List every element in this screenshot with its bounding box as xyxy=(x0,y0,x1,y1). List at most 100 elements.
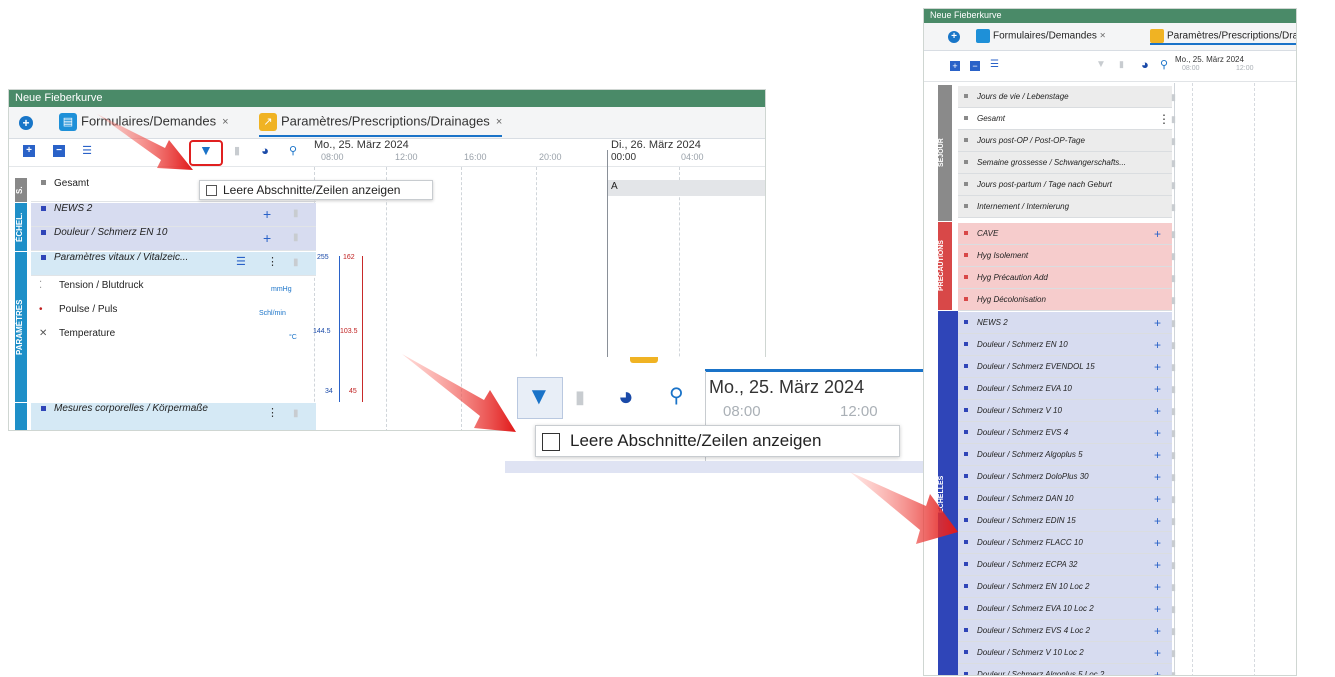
search-icon[interactable]: ⚲ xyxy=(669,383,684,408)
close-icon[interactable]: × xyxy=(496,116,502,128)
add-icon[interactable]: + xyxy=(263,230,271,246)
filter-icon[interactable]: ▼ xyxy=(527,383,551,411)
pin-icon[interactable]: ▮ xyxy=(1171,267,1176,289)
filter-icon[interactable]: ▼ xyxy=(199,143,213,157)
echelle-row[interactable]: Douleur / Schmerz EVA 10 + ▮ xyxy=(958,378,1176,400)
echelle-row[interactable]: Douleur / Schmerz Algoplus 5 + ▮ xyxy=(958,444,1176,466)
pin-icon[interactable]: ▮ xyxy=(1171,598,1176,620)
pin-icon[interactable]: ▮ xyxy=(293,408,299,419)
add-icon[interactable]: + xyxy=(1154,488,1161,510)
collapse-all-icon[interactable]: − xyxy=(53,145,65,157)
add-icon[interactable]: + xyxy=(1154,466,1161,488)
echelle-row[interactable]: Douleur / Schmerz Algoplus 5 Loc 2 + ▮ xyxy=(958,664,1176,675)
pin-icon[interactable]: ▮ xyxy=(1171,422,1176,444)
tab-formulaires[interactable]: Formulaires/Demandes × xyxy=(976,29,1106,43)
add-icon[interactable]: + xyxy=(1154,356,1161,378)
more-icon[interactable]: ⋮ xyxy=(267,255,278,268)
echelle-row[interactable]: NEWS 2 + ▮ xyxy=(958,312,1176,334)
search-icon[interactable]: ⚲ xyxy=(287,145,299,157)
row-puls[interactable]: • Poulse / Puls Schl/min xyxy=(31,304,316,328)
echelle-row[interactable]: Douleur / Schmerz EVA 10 Loc 2 + ▮ xyxy=(958,598,1176,620)
echelle-row[interactable]: Douleur / Schmerz EN 10 Loc 2 + ▮ xyxy=(958,576,1176,598)
add-icon[interactable]: + xyxy=(1154,334,1161,356)
pin-icon[interactable]: ▮ xyxy=(1171,312,1176,334)
pin-icon[interactable]: ▮ xyxy=(575,387,585,408)
pin-icon[interactable]: ▮ xyxy=(1171,130,1176,152)
echelle-row[interactable]: Douleur / Schmerz DoloPlus 30 + ▮ xyxy=(958,466,1176,488)
echelle-row[interactable]: Douleur / Schmerz DAN 10 + ▮ xyxy=(958,488,1176,510)
pin-icon[interactable]: ▮ xyxy=(1171,152,1176,174)
search-icon[interactable]: ⚲ xyxy=(1160,58,1168,71)
pin-icon[interactable]: ▮ xyxy=(1171,642,1176,664)
pin-icon[interactable]: ▮ xyxy=(1171,664,1176,675)
add-icon[interactable]: + xyxy=(263,206,271,222)
pin-icon[interactable]: ▮ xyxy=(1171,378,1176,400)
tab-parametres[interactable]: Paramètres/Prescriptions/Drai xyxy=(1150,29,1296,45)
pie-icon[interactable]: ◕ xyxy=(618,381,634,412)
expand-all-icon[interactable]: + xyxy=(950,61,960,71)
row-douleur-en10[interactable]: Douleur / Schmerz EN 10 + ▮ xyxy=(31,227,316,251)
filter-icon[interactable]: ▼ xyxy=(1096,59,1106,70)
add-icon[interactable]: + xyxy=(1154,642,1161,664)
echelle-row[interactable]: Douleur / Schmerz V 10 Loc 2 + ▮ xyxy=(958,642,1176,664)
add-icon[interactable]: + xyxy=(1154,554,1161,576)
add-tab-icon[interactable]: + xyxy=(19,116,33,130)
pin-icon[interactable]: ▮ xyxy=(1171,196,1176,218)
echelle-row[interactable]: Douleur / Schmerz EVS 4 Loc 2 + ▮ xyxy=(958,620,1176,642)
echelle-row[interactable]: Douleur / Schmerz EVS 4 + ▮ xyxy=(958,422,1176,444)
add-icon[interactable]: + xyxy=(1154,532,1161,554)
sejour-row[interactable]: Jours post-OP / Post-OP-Tage ▮ xyxy=(958,130,1176,152)
pin-icon[interactable]: ▮ xyxy=(1171,289,1176,311)
precaution-row[interactable]: Hyg Isolement ▮ xyxy=(958,245,1176,267)
more-icon[interactable]: ⋮ xyxy=(267,406,278,419)
pin-icon[interactable]: ▮ xyxy=(293,257,299,268)
close-icon[interactable]: × xyxy=(222,116,228,128)
add-icon[interactable]: + xyxy=(1154,422,1161,444)
add-tab-icon[interactable]: + xyxy=(948,31,960,43)
add-icon[interactable]: + xyxy=(1154,378,1161,400)
pin-icon[interactable]: ▮ xyxy=(1171,245,1176,267)
pin-icon[interactable]: ▮ xyxy=(1171,620,1176,642)
pin-icon[interactable]: ▮ xyxy=(293,232,299,243)
expand-all-icon[interactable]: + xyxy=(23,145,35,157)
precaution-row[interactable]: CAVE + ▮ xyxy=(958,223,1176,245)
empty-rows-checkbox[interactable] xyxy=(206,185,217,197)
add-icon[interactable]: + xyxy=(1154,444,1161,466)
sejour-row[interactable]: Semaine grossesse / Schwangerschafts... ▮ xyxy=(958,152,1176,174)
tab-parametres[interactable]: ↗ Paramètres/Prescriptions/Drainages × xyxy=(259,113,503,137)
row-tension[interactable]: ⁚ Tension / Blutdruck mmHg xyxy=(31,280,316,304)
pin-icon[interactable]: ▮ xyxy=(1171,488,1176,510)
close-icon[interactable]: × xyxy=(1100,31,1106,42)
pin-icon[interactable]: ▮ xyxy=(231,145,243,157)
row-mesures[interactable]: Mesures corporelles / Körpermaße ⋮ ▮ xyxy=(31,403,316,430)
add-icon[interactable]: + xyxy=(1154,620,1161,642)
sejour-row[interactable]: Jours post-partum / Tage nach Geburt ▮ xyxy=(958,174,1176,196)
pin-icon[interactable]: ▮ xyxy=(1171,510,1176,532)
add-icon[interactable]: + xyxy=(1154,664,1161,675)
pin-icon[interactable]: ▮ xyxy=(1171,532,1176,554)
pin-icon[interactable]: ▮ xyxy=(1171,223,1176,245)
sejour-row[interactable]: Gesamt ⋮ ▮ xyxy=(958,108,1176,130)
echelle-row[interactable]: Douleur / Schmerz EVENDOL 15 + ▮ xyxy=(958,356,1176,378)
add-icon[interactable]: + xyxy=(1154,400,1161,422)
add-icon[interactable]: + xyxy=(1154,312,1161,334)
sejour-row[interactable]: Internement / Internierung ▮ xyxy=(958,196,1176,218)
collapse-all-icon[interactable]: − xyxy=(970,61,980,71)
pin-icon[interactable]: ▮ xyxy=(1171,334,1176,356)
pie-icon[interactable]: ◕ xyxy=(259,144,271,157)
pin-icon[interactable]: ▮ xyxy=(1171,576,1176,598)
echelle-row[interactable]: Douleur / Schmerz EN 10 + ▮ xyxy=(958,334,1176,356)
pin-icon[interactable]: ▮ xyxy=(1171,108,1176,130)
pin-icon[interactable]: ▮ xyxy=(1171,466,1176,488)
more-icon[interactable]: ⋮ xyxy=(1158,108,1170,130)
list-view-icon[interactable]: ☰ xyxy=(990,59,999,70)
pin-icon[interactable]: ▮ xyxy=(1171,86,1176,108)
list-view-icon[interactable]: ☰ xyxy=(81,145,93,157)
pie-icon[interactable]: ◕ xyxy=(1141,57,1149,72)
add-icon[interactable]: + xyxy=(1154,576,1161,598)
pin-icon[interactable]: ▮ xyxy=(1171,400,1176,422)
row-parametres-vitaux[interactable]: Paramètres vitaux / Vitalzeic... ☰ ⋮ ▮ xyxy=(31,252,316,276)
add-icon[interactable]: + xyxy=(1154,598,1161,620)
pin-icon[interactable]: ▮ xyxy=(1119,59,1124,70)
pin-icon[interactable]: ▮ xyxy=(1171,356,1176,378)
